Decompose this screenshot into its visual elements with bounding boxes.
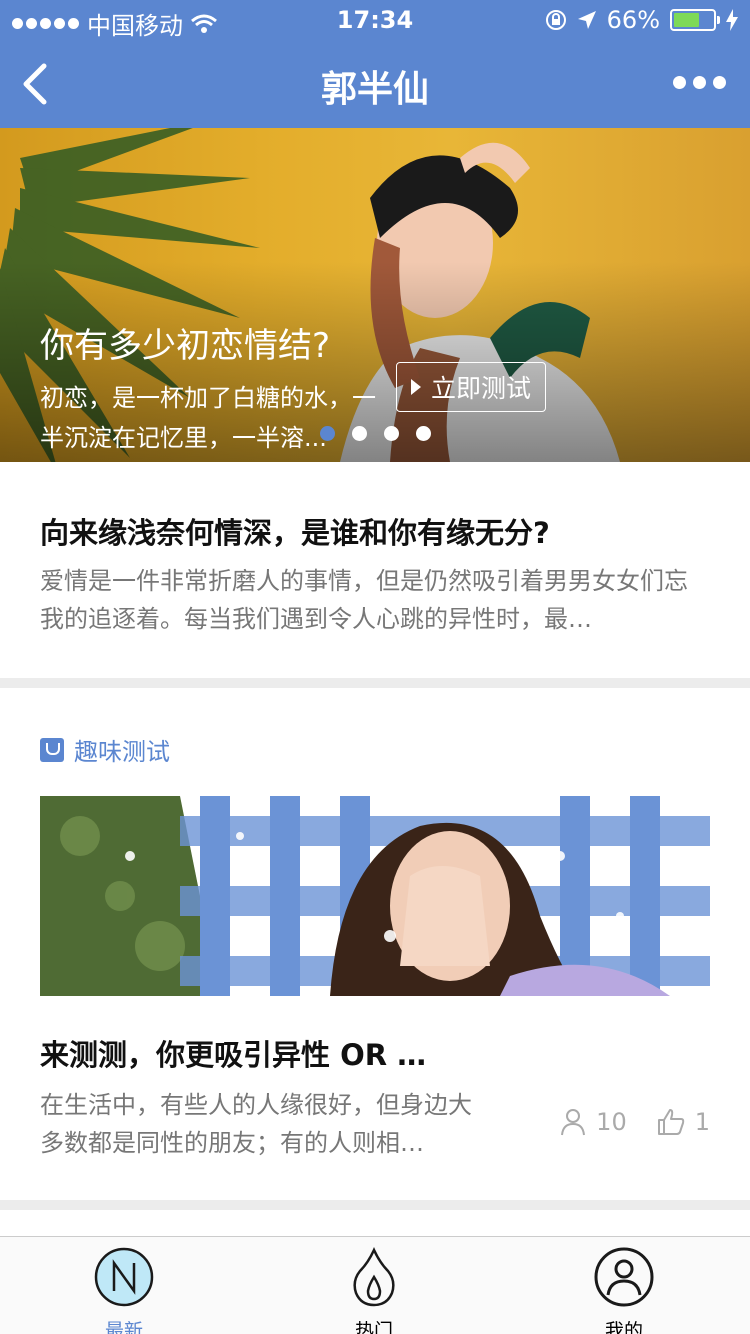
tab-label: 我的 (604, 1320, 643, 1334)
banner-carousel[interactable]: 你有多少初恋情结? 初恋，是一杯加了白糖的水，一半沉淀在记忆里，一半溶... 立… (0, 128, 750, 462)
badge-icon (40, 737, 64, 762)
rotation-lock-icon (545, 10, 566, 30)
banner-text: 初恋，是一杯加了白糖的水，一半沉淀在记忆里，一半溶... (40, 384, 376, 452)
user-circle-icon (594, 1247, 654, 1307)
likes-stat[interactable]: 1 (657, 1108, 710, 1136)
article-title: 向来缘浅奈何情深，是谁和你有缘无分? (40, 516, 550, 550)
carousel-dot[interactable] (416, 426, 431, 441)
banner-title: 你有多少初恋情结? (40, 326, 331, 366)
battery-percent: 66% (606, 6, 660, 34)
tab-label: 热门 (354, 1320, 393, 1334)
charging-icon (726, 9, 738, 31)
thumbs-up-icon[interactable] (657, 1108, 685, 1136)
battery-icon (670, 9, 720, 31)
carousel-dot[interactable] (384, 426, 399, 441)
category-label: 趣味测试 (74, 738, 170, 766)
status-bar: 中国移动 17:34 66% (0, 0, 750, 40)
start-test-label: 立即测试 (430, 374, 531, 403)
tab-bar: 最新 热门 我的 (0, 1236, 750, 1334)
carousel-dot[interactable] (352, 426, 367, 441)
article-card-2[interactable]: 趣味测试 来测测，你更吸引异性 OR … 在生活中，有些人的人缘很好，但身边大多… (0, 688, 750, 1200)
article-photo (40, 796, 710, 996)
user-icon (561, 1109, 586, 1136)
tab-hot[interactable]: 热门 (314, 1247, 434, 1334)
more-options-icon[interactable] (673, 76, 726, 89)
views-stat: 10 (560, 1108, 627, 1136)
carousel-dot[interactable] (320, 426, 335, 441)
start-test-button[interactable]: 立即测试 (396, 362, 546, 412)
article-stats: 10 1 (560, 1108, 710, 1136)
divider (0, 678, 750, 688)
flame-icon (353, 1247, 395, 1307)
location-icon (577, 11, 596, 29)
divider (0, 1200, 750, 1210)
tab-mine[interactable]: 我的 (564, 1247, 684, 1334)
nav-bar: 郭半仙 (0, 40, 750, 128)
next-card-edge (0, 1210, 750, 1236)
play-icon (410, 379, 421, 395)
status-right: 66% (545, 6, 738, 34)
tab-latest[interactable]: 最新 (64, 1247, 184, 1334)
category-tag[interactable]: 趣味测试 (40, 732, 170, 767)
carousel-dots[interactable] (320, 426, 431, 441)
likes-count: 1 (694, 1108, 710, 1136)
tab-label: 最新 (104, 1320, 143, 1334)
article-card-1[interactable]: 向来缘浅奈何情深，是谁和你有缘无分? 爱情是一件非常折磨人的事情，但是仍然吸引着… (0, 462, 750, 678)
article-summary: 在生活中，有些人的人缘很好，但身边大多数都是同性的朋友；有的人则相… (40, 1091, 472, 1157)
page-title: 郭半仙 (320, 69, 429, 110)
views-count: 10 (596, 1108, 627, 1136)
article-title: 来测测，你更吸引异性 OR … (40, 1038, 427, 1072)
top-bar: 中国移动 17:34 66% 郭半仙 (0, 0, 750, 128)
n-circle-icon (94, 1247, 154, 1307)
article-summary: 爱情是一件非常折磨人的事情，但是仍然吸引着男男女女们忘我的追逐着。每当我们遇到令… (40, 567, 688, 633)
